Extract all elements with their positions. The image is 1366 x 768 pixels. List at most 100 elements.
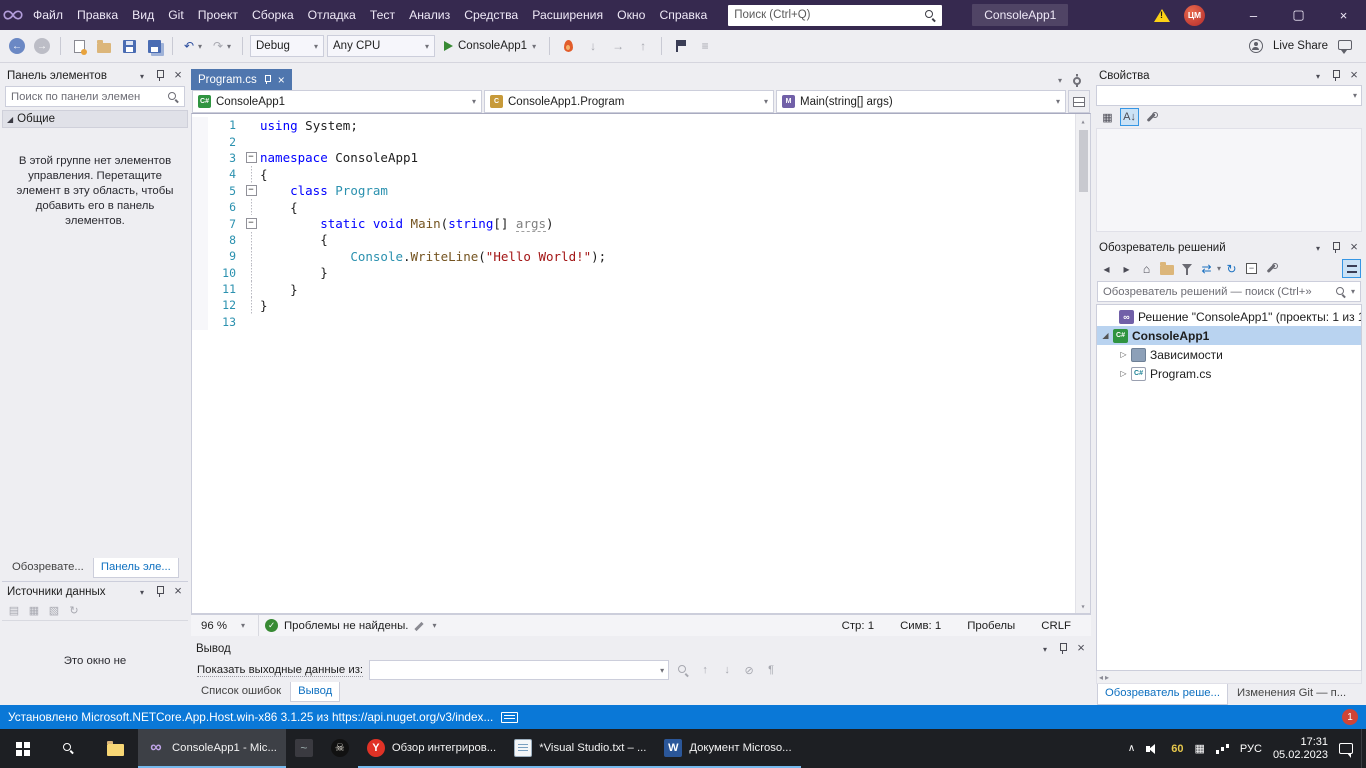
project-dropdown[interactable]: C# ConsoleApp1 ▾ <box>192 90 482 113</box>
switch-views-button[interactable] <box>1157 259 1176 278</box>
scroll-up-icon[interactable]: ▴ <box>1081 114 1086 128</box>
toolbox-tab-1[interactable]: Панель эле... <box>93 558 179 578</box>
clock[interactable]: 17:31 05.02.2023 <box>1273 736 1328 762</box>
edit-data-source-icon[interactable] <box>26 603 42 618</box>
menu-item-1[interactable]: Правка <box>70 0 125 30</box>
tree-expander-icon[interactable]: ◢ <box>1099 331 1112 340</box>
avatar[interactable]: ЦМ <box>1184 5 1205 26</box>
bookmark-button[interactable] <box>669 34 691 58</box>
battery-percent[interactable]: 60 <box>1171 743 1183 755</box>
touch-keyboard-icon[interactable] <box>1195 742 1205 755</box>
solution-search-input[interactable]: Обозреватель решений — поиск (Ctrl+» ▾ <box>1097 281 1361 302</box>
show-desktop-button[interactable] <box>1361 729 1366 768</box>
window-menu-button[interactable] <box>134 584 150 599</box>
property-pages-button[interactable] <box>1142 108 1161 126</box>
output-tab-1[interactable]: Вывод <box>290 682 340 702</box>
taskbar-app-4[interactable]: *Visual Studio.txt – ... <box>505 729 655 768</box>
preview-selected-toggle[interactable] <box>1342 259 1361 278</box>
tab-program-cs[interactable]: Program.cs × <box>191 69 292 90</box>
close-panel-button[interactable] <box>1073 641 1089 656</box>
toolbox-search-input[interactable]: Поиск по панели элемен <box>5 86 185 107</box>
data-sources-header[interactable]: Источники данных <box>2 582 188 601</box>
toolbox-header[interactable]: Панель элементов <box>2 66 188 85</box>
editor-scrollbar[interactable]: ▴ ▾ <box>1075 114 1090 613</box>
new-project-button[interactable] <box>68 34 90 58</box>
pin-button[interactable] <box>1328 240 1344 255</box>
scroll-left-icon[interactable]: ◂ <box>1099 673 1103 682</box>
tree-expander-icon[interactable]: ▷ <box>1117 369 1130 378</box>
pin-button[interactable] <box>1328 68 1344 83</box>
pin-button[interactable] <box>152 68 168 83</box>
add-data-source-icon[interactable] <box>6 603 22 618</box>
fold-toggle-icon[interactable] <box>246 218 257 229</box>
menu-item-7[interactable]: Тест <box>363 0 402 30</box>
window-menu-button[interactable] <box>1037 641 1053 656</box>
eol-status[interactable]: CRLF <box>1041 620 1071 632</box>
gear-icon[interactable] <box>1070 74 1083 87</box>
live-share-button[interactable] <box>1245 34 1267 58</box>
close-panel-button[interactable] <box>170 68 186 83</box>
categorized-view-button[interactable]: ▦ <box>1098 108 1117 126</box>
menu-item-5[interactable]: Сборка <box>245 0 301 30</box>
tree-horizontal-scrollbar[interactable]: ◂ ▸ <box>1096 671 1362 684</box>
tree-item-0[interactable]: Решение "ConsoleApp1" (проекты: 1 из 1) <box>1097 307 1361 326</box>
step-over-button[interactable] <box>607 34 629 58</box>
maximize-button[interactable]: ▢ <box>1276 0 1321 30</box>
close-panel-button[interactable] <box>170 584 186 599</box>
menu-item-2[interactable]: Вид <box>125 0 161 30</box>
scroll-right-icon[interactable]: ▸ <box>1105 673 1109 682</box>
refresh-button[interactable] <box>1222 259 1241 278</box>
config-dropdown[interactable]: Debug▾ <box>250 35 324 57</box>
save-all-button[interactable] <box>143 34 165 58</box>
solution-tab-0[interactable]: Обозреватель реше... <box>1097 684 1228 705</box>
code-editor[interactable]: 1using System;23namespace ConsoleApp14{5… <box>191 113 1091 614</box>
menu-item-4[interactable]: Проект <box>191 0 245 30</box>
close-icon[interactable]: × <box>278 75 285 85</box>
taskbar-app-5[interactable]: Документ Microso... <box>655 729 800 768</box>
menu-item-10[interactable]: Расширения <box>525 0 610 30</box>
breakpoints-window-button[interactable] <box>694 34 716 58</box>
menu-item-0[interactable]: Файл <box>26 0 70 30</box>
back-button[interactable] <box>1097 259 1116 278</box>
taskbar-app-0[interactable]: ConsoleApp1 - Mic... <box>138 729 286 768</box>
redo-button[interactable]: ▾ <box>205 34 235 58</box>
fold-margin[interactable] <box>242 215 260 231</box>
fold-toggle-icon[interactable] <box>246 185 257 196</box>
indent-status[interactable]: Пробелы <box>967 620 1015 632</box>
output-header[interactable]: Вывод <box>191 639 1091 658</box>
fold-toggle-icon[interactable] <box>246 152 257 163</box>
step-out-button[interactable] <box>632 34 654 58</box>
network-icon[interactable] <box>1216 743 1229 754</box>
save-button[interactable] <box>118 34 140 58</box>
collapse-all-button[interactable] <box>1242 259 1261 278</box>
feedback-button[interactable] <box>1334 34 1356 58</box>
close-button[interactable]: × <box>1321 0 1366 30</box>
taskbar-search-button[interactable] <box>46 729 92 768</box>
pin-icon[interactable] <box>263 74 272 85</box>
window-menu-button[interactable] <box>134 68 150 83</box>
keyboard-icon[interactable] <box>501 712 518 723</box>
properties-header[interactable]: Свойства <box>1094 66 1364 85</box>
taskbar-app-3[interactable]: Обзор интегриров... <box>358 729 505 768</box>
next-message-icon[interactable] <box>719 663 735 678</box>
refresh-icon[interactable] <box>66 603 82 618</box>
output-tab-0[interactable]: Список ошибок <box>194 682 288 702</box>
menu-item-3[interactable]: Git <box>161 0 191 30</box>
toolbox-tab-0[interactable]: Обозревате... <box>5 558 91 578</box>
show-all-files-button[interactable] <box>1262 259 1281 278</box>
warning-icon[interactable] <box>1154 9 1170 22</box>
solution-tab-1[interactable]: Изменения Git — п... <box>1230 684 1353 705</box>
file-explorer-button[interactable] <box>92 729 138 768</box>
window-menu-button[interactable] <box>1310 68 1326 83</box>
hot-reload-button[interactable] <box>557 34 579 58</box>
quick-search-input[interactable]: Поиск (Ctrl+Q) <box>728 5 942 26</box>
scroll-down-icon[interactable]: ▾ <box>1081 599 1086 613</box>
home-icon[interactable] <box>1137 259 1156 278</box>
hidden-icons-button[interactable] <box>1128 743 1135 754</box>
volume-icon[interactable] <box>1146 743 1160 755</box>
platform-dropdown[interactable]: Any CPU▾ <box>327 35 435 57</box>
pencil-icon[interactable] <box>414 620 426 632</box>
tree-expander-icon[interactable]: ▷ <box>1117 350 1130 359</box>
filter-button[interactable] <box>1177 259 1196 278</box>
language-indicator[interactable]: РУС <box>1240 743 1262 755</box>
